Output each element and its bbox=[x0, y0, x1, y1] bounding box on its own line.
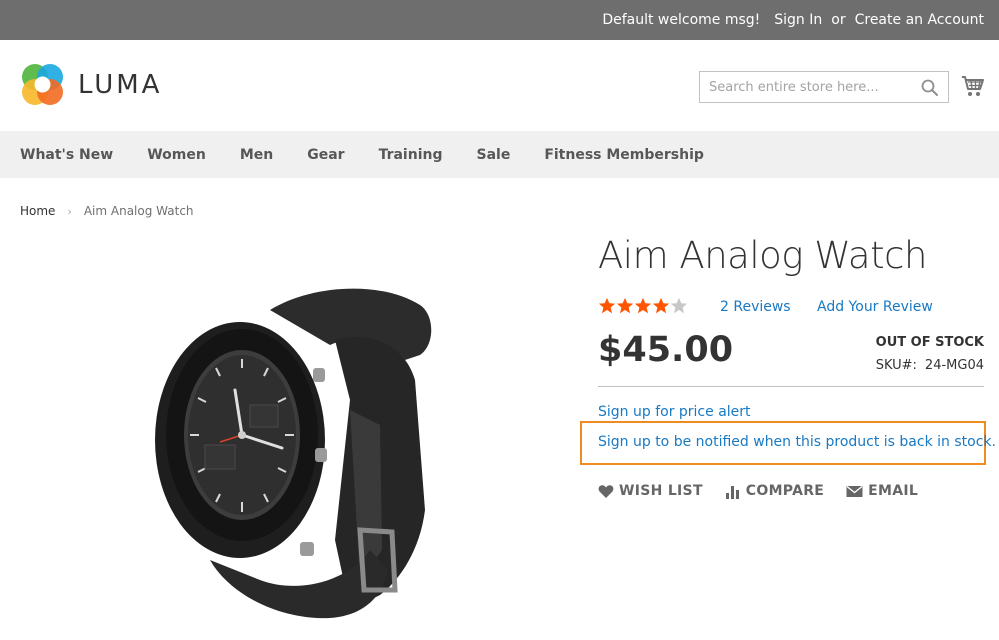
compare-label: COMPARE bbox=[745, 483, 825, 499]
top-panel: Default welcome msg! Sign In or Create a… bbox=[0, 0, 999, 40]
email-label: EMAIL bbox=[868, 483, 919, 499]
sign-in-link[interactable]: Sign In bbox=[774, 12, 822, 28]
nav-item-fitness-membership[interactable]: Fitness Membership bbox=[544, 147, 704, 163]
product-title: Aim Analog Watch bbox=[598, 234, 927, 277]
logo-text: LUMA bbox=[78, 69, 163, 100]
luma-logo-icon bbox=[22, 64, 63, 105]
nav-item-men[interactable]: Men bbox=[240, 147, 273, 163]
add-review-link[interactable]: Add Your Review bbox=[817, 299, 933, 315]
reviews-link[interactable]: 2 Reviews bbox=[720, 299, 791, 315]
search-icon[interactable] bbox=[920, 78, 940, 98]
product-price: $45.00 bbox=[598, 330, 734, 370]
search-input[interactable] bbox=[700, 72, 910, 102]
logo-link[interactable]: LUMA bbox=[20, 62, 162, 107]
star-icon bbox=[652, 297, 670, 314]
star-icon bbox=[598, 297, 616, 314]
stock-alert-link[interactable]: Sign up to be notified when this product… bbox=[598, 434, 996, 450]
breadcrumb: Home › Aim Analog Watch bbox=[20, 204, 194, 218]
compare-icon bbox=[725, 485, 739, 499]
or-text: or bbox=[831, 12, 846, 28]
divider bbox=[598, 386, 984, 387]
compare-button[interactable]: COMPARE bbox=[725, 483, 824, 499]
welcome-message: Default welcome msg! bbox=[602, 12, 761, 28]
product-image[interactable] bbox=[120, 250, 450, 630]
create-account-link[interactable]: Create an Account bbox=[855, 12, 984, 28]
breadcrumb-current: Aim Analog Watch bbox=[83, 204, 194, 218]
sku: SKU#: 24-MG04 bbox=[876, 358, 984, 373]
main-navigation: What's New Women Men Gear Training Sale … bbox=[0, 131, 999, 178]
star-icon bbox=[616, 297, 634, 314]
wishlist-label: WISH LIST bbox=[619, 483, 703, 499]
heart-icon bbox=[598, 484, 614, 498]
rating-stars bbox=[598, 297, 688, 315]
stock-status: OUT OF STOCK bbox=[875, 335, 984, 350]
product-social-links: WISH LIST COMPARE EMAIL bbox=[598, 483, 940, 499]
star-icon bbox=[670, 297, 688, 314]
sku-value: 24-MG04 bbox=[924, 358, 984, 373]
search-box bbox=[699, 71, 949, 103]
nav-item-training[interactable]: Training bbox=[379, 147, 443, 163]
nav-item-women[interactable]: Women bbox=[147, 147, 206, 163]
star-icon bbox=[634, 297, 652, 314]
price-alert-link[interactable]: Sign up for price alert bbox=[598, 404, 751, 420]
nav-item-whats-new[interactable]: What's New bbox=[20, 147, 113, 163]
header-links: Default welcome msg! Sign In or Create a… bbox=[602, 0, 984, 40]
email-button[interactable]: EMAIL bbox=[846, 483, 918, 499]
nav-item-sale[interactable]: Sale bbox=[476, 147, 510, 163]
envelope-icon bbox=[846, 485, 863, 497]
sku-label: SKU#: bbox=[875, 358, 917, 373]
chevron-right-icon: › bbox=[67, 204, 72, 218]
cart-icon[interactable] bbox=[961, 74, 985, 98]
wishlist-button[interactable]: WISH LIST bbox=[598, 483, 703, 499]
nav-item-gear[interactable]: Gear bbox=[307, 147, 344, 163]
breadcrumb-home-link[interactable]: Home bbox=[20, 204, 55, 218]
